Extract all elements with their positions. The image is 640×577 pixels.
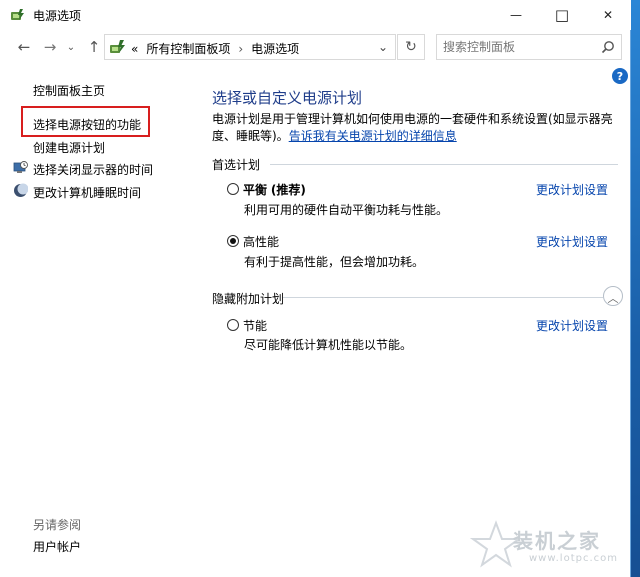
minimize-icon: — xyxy=(510,8,522,22)
radio-power-saver[interactable] xyxy=(227,319,239,331)
sidebar-item-create-plan[interactable]: 创建电源计划 xyxy=(33,139,105,156)
help-icon[interactable]: ? xyxy=(612,68,628,84)
close-icon: ✕ xyxy=(602,8,614,22)
sidebar-item-control-panel-home[interactable]: 控制面板主页 xyxy=(33,82,105,99)
chevron-up-icon: ︿ xyxy=(607,292,619,305)
plan-tag: (推荐) xyxy=(270,183,306,197)
search-box[interactable] xyxy=(436,34,622,60)
breadcrumb-separator: › xyxy=(238,42,244,56)
change-plan-settings-high-performance[interactable]: 更改计划设置 xyxy=(536,233,608,250)
sidebar-item-display-off-time[interactable]: 选择关闭显示器的时间 xyxy=(33,161,153,178)
close-button[interactable]: ✕ xyxy=(585,0,631,30)
page-description: 电源计划是用于管理计算机如何使用电源的一套硬件和系统设置(如显示器亮度、睡眠等)… xyxy=(212,111,622,145)
navigation-bar: ← → ⌄ ↑ « 所有控制面板项 › 电源选项 ⌄ ↻ xyxy=(0,30,631,64)
minimize-button[interactable]: — xyxy=(493,0,539,30)
refresh-icon: ↻ xyxy=(405,39,417,55)
maximize-icon: □ xyxy=(554,6,570,24)
up-button[interactable]: ↑ xyxy=(84,38,104,56)
breadcrumb: « 所有控制面板项 › 电源选项 xyxy=(131,40,299,57)
sidebar-item-user-accounts[interactable]: 用户帐户 xyxy=(33,538,81,555)
search-input[interactable] xyxy=(443,38,593,56)
power-options-window: 电源选项 — □ ✕ ← → ⌄ ↑ « 所有控制面板项 › 电源选项 ⌄ ↻ 搜… xyxy=(0,0,631,577)
maximize-button[interactable]: □ xyxy=(539,0,585,30)
power-options-icon xyxy=(11,9,24,20)
window-title: 电源选项 xyxy=(33,9,82,23)
address-dropdown-button[interactable]: ⌄ xyxy=(373,38,393,56)
sidebar-item-sleep-time[interactable]: 更改计算机睡眠时间 xyxy=(33,184,141,201)
radio-high-performance[interactable] xyxy=(227,235,239,247)
search-icon xyxy=(601,41,614,54)
plan-title: 平衡 xyxy=(243,183,268,197)
plan-name-power-saver[interactable]: 节能 xyxy=(243,317,267,334)
hidden-plans-heading: 隐藏附加计划 xyxy=(212,292,285,306)
back-button[interactable]: ← xyxy=(14,38,34,56)
control-panel-icon xyxy=(110,40,125,53)
monitor-clock-icon xyxy=(13,161,28,173)
arrow-right-icon: → xyxy=(43,38,57,56)
recent-locations-button[interactable]: ⌄ xyxy=(64,38,78,56)
chevron-down-icon: ⌄ xyxy=(66,41,76,53)
see-also-heading: 另请参阅 xyxy=(33,518,82,532)
plan-desc-balanced: 利用可用的硬件自动平衡功耗与性能。 xyxy=(244,203,449,217)
refresh-button[interactable]: ↻ xyxy=(397,34,425,60)
page-title: 选择或自定义电源计划 xyxy=(212,89,363,107)
arrow-left-icon: ← xyxy=(17,38,31,56)
power-plan-info-link[interactable]: 告诉我有关电源计划的详细信息 xyxy=(289,129,457,143)
moon-icon xyxy=(14,183,28,197)
divider xyxy=(283,297,603,298)
desktop-background xyxy=(631,0,640,577)
plan-name-balanced[interactable]: 平衡 (推荐) xyxy=(243,181,306,198)
divider xyxy=(270,164,618,165)
sidebar-item-power-button[interactable]: 选择电源按钮的功能 xyxy=(33,116,141,133)
plan-desc-power-saver: 尽可能降低计算机性能以节能。 xyxy=(244,338,413,352)
chevron-down-icon: ⌄ xyxy=(377,40,389,54)
plan-desc-high-performance: 有利于提高性能，但会增加功耗。 xyxy=(244,255,425,269)
forward-button[interactable]: → xyxy=(40,38,60,56)
breadcrumb-power-options[interactable]: 电源选项 xyxy=(251,42,299,56)
breadcrumb-all-items[interactable]: 所有控制面板项 xyxy=(146,42,230,56)
plan-name-high-performance[interactable]: 高性能 xyxy=(243,233,279,250)
breadcrumb-overflow[interactable]: « xyxy=(131,42,138,56)
preferred-plans-heading: 首选计划 xyxy=(212,158,261,172)
watermark-text: 装机之家 xyxy=(513,529,601,553)
title-bar: 电源选项 — □ ✕ xyxy=(0,0,631,30)
watermark-url: www.lotpc.com xyxy=(529,553,618,564)
arrow-up-icon: ↑ xyxy=(87,38,101,56)
collapse-hidden-plans-button[interactable]: ︿ xyxy=(603,286,623,306)
change-plan-settings-balanced[interactable]: 更改计划设置 xyxy=(536,181,608,198)
change-plan-settings-power-saver[interactable]: 更改计划设置 xyxy=(536,317,608,334)
radio-balanced[interactable] xyxy=(227,183,239,195)
address-bar[interactable]: « 所有控制面板项 › 电源选项 ⌄ xyxy=(104,34,396,60)
